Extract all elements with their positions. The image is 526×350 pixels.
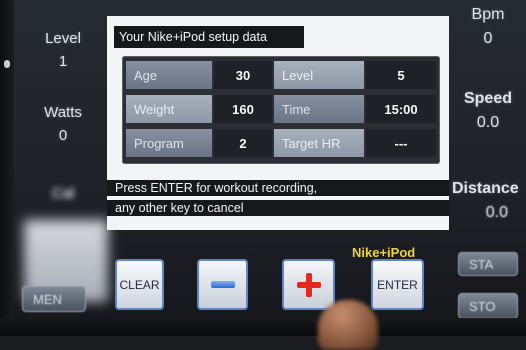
start-label: STA (469, 256, 494, 272)
cal-label: Cal (51, 185, 75, 202)
start-button[interactable]: STA (458, 252, 518, 276)
level-value: 1 (58, 53, 68, 70)
plus-button[interactable] (282, 259, 335, 310)
level-setup-value: 5 (366, 61, 436, 89)
screw-icon (4, 60, 10, 68)
bpm-label: Bpm (471, 6, 505, 23)
time-label: Time (274, 95, 364, 123)
enter-button[interactable]: ENTER (371, 259, 424, 310)
weight-value: 160 (214, 95, 272, 123)
speed-stat: Speed 0.0 (450, 90, 526, 132)
speed-value: 0.0 (476, 114, 500, 131)
level-label: Level (45, 30, 81, 47)
message-line-1: Press ENTER for workout recording, (107, 180, 449, 196)
program-value: 2 (214, 129, 272, 157)
minus-button[interactable] (197, 259, 248, 310)
target-hr-value: --- (366, 129, 436, 157)
cal-stat: Cal (22, 185, 104, 202)
time-value: 15:00 (366, 95, 436, 123)
level-setup-label: Level (274, 61, 364, 89)
bpm-stat: Bpm 0 (450, 6, 526, 48)
plus-icon (296, 272, 321, 297)
distance-value: 0.0 (485, 204, 508, 221)
setup-data-panel: Your Nike+iPod setup data Age 30 Level 5… (107, 16, 449, 230)
finger (318, 300, 378, 350)
speed-label: Speed (463, 90, 512, 107)
target-hr-label: Target HR (274, 129, 364, 157)
age-value: 30 (214, 61, 272, 89)
age-label: Age (126, 61, 212, 89)
distance-label: Distance (452, 180, 519, 197)
program-label: Program (126, 129, 212, 157)
stop-button[interactable]: STO (458, 293, 518, 319)
distance-stat: Distance 0.0 (450, 180, 526, 222)
left-bezel (0, 0, 14, 336)
setup-data-grid: Age 30 Level 5 Weight 160 Time 15:00 Pro… (122, 56, 440, 164)
clear-button[interactable]: CLEAR (115, 259, 164, 310)
panel-title: Your Nike+iPod setup data (114, 26, 304, 48)
left-ghost-label: MEN (33, 291, 62, 307)
nike-ipod-label: Nike+iPod (352, 245, 416, 260)
weight-label: Weight (126, 95, 212, 123)
watts-value: 0 (58, 127, 68, 144)
watts-label: Watts (44, 104, 82, 121)
level-stat: Level 1 (22, 30, 104, 70)
bpm-value: 0 (483, 30, 493, 47)
stop-label: STO (469, 298, 496, 314)
bottom-bezel (0, 318, 526, 336)
enter-label: ENTER (377, 277, 418, 292)
minus-icon (210, 281, 235, 288)
message-line-2: any other key to cancel (107, 200, 449, 216)
watts-stat: Watts 0 (22, 104, 104, 144)
clear-label: CLEAR (119, 277, 160, 292)
left-ghost-button[interactable]: MEN (22, 286, 86, 312)
